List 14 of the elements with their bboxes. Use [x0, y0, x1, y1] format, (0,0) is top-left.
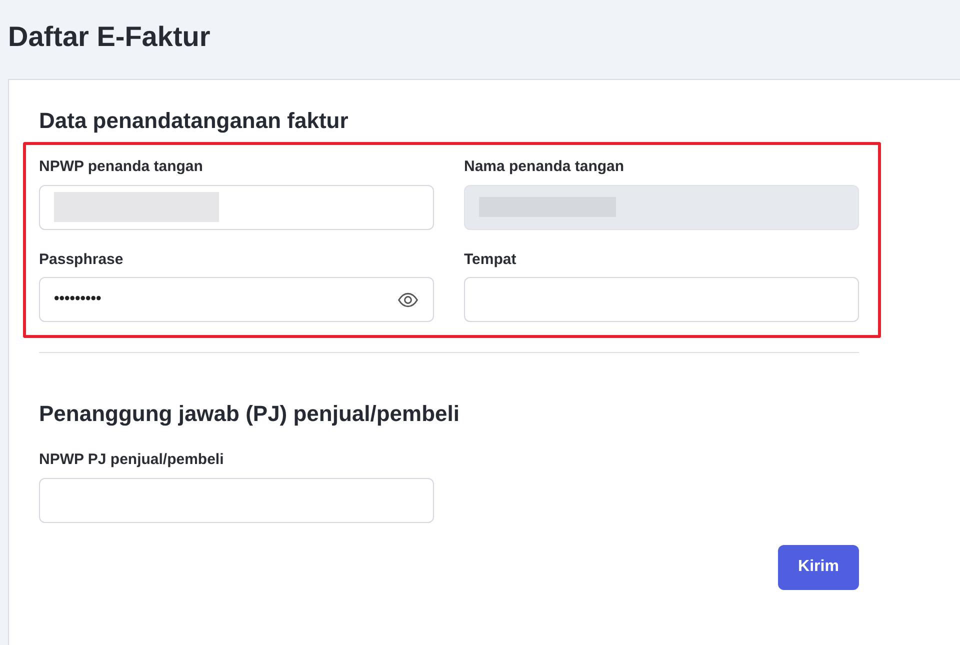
input-field[interactable] — [39, 478, 434, 522]
field-label: Tempat — [464, 250, 516, 270]
input-field[interactable] — [39, 184, 434, 230]
section-heading: Penanggung jawab (PJ) penjual/pembeli — [39, 400, 460, 428]
field-label: NPWP PJ penjual/pembeli — [39, 450, 224, 470]
input-field[interactable] — [464, 277, 859, 322]
field-label: Nama penanda tangan — [464, 157, 624, 177]
field-value: ••••••••• — [54, 289, 102, 310]
page-title: Daftar E-Faktur — [8, 20, 210, 54]
section-heading: Data penandatanganan faktur — [39, 107, 348, 135]
field-label: NPWP penanda tangan — [39, 157, 203, 177]
password-field[interactable]: ••••••••• — [39, 277, 434, 322]
field-label: Passphrase — [39, 250, 124, 270]
submit-button[interactable]: Kirim — [778, 544, 859, 590]
